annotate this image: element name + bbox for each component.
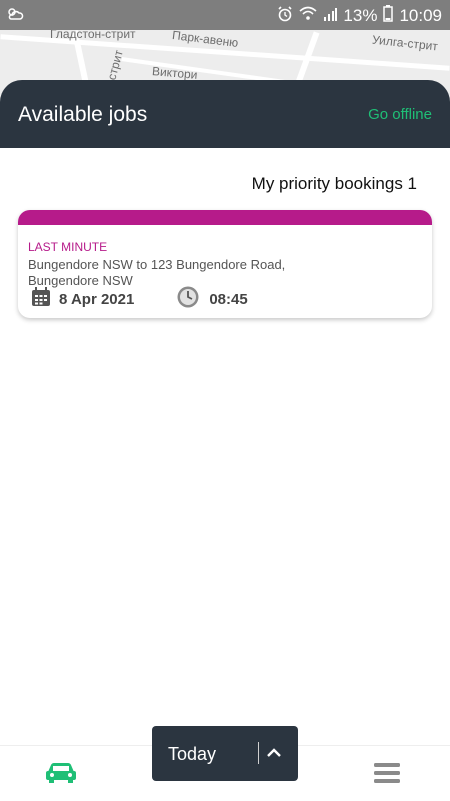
map-street-label: стрит [104,48,126,82]
job-time: 08:45 [209,291,248,308]
job-route: Bungendore NSW to 123 Bungendore Road, B… [28,257,286,288]
weather-icon [6,6,24,27]
wifi-icon [299,6,317,26]
battery-level: 13% [343,6,378,25]
jobs-header: Available jobs Go offline [0,80,450,148]
job-meta: 8 Apr 2021 08:45 [31,286,248,313]
calendar-icon [31,287,51,312]
today-filter-button[interactable]: Today [152,726,298,781]
car-icon[interactable] [45,760,77,789]
go-offline-button[interactable]: Go offline [368,106,432,123]
divider [258,742,259,764]
clock-icon [177,286,199,313]
chevron-up-icon[interactable] [266,746,282,764]
alarm-icon [277,5,293,27]
job-date: 8 Apr 2021 [59,291,135,308]
priority-bookings-label[interactable]: My priority bookings 1 [252,174,417,194]
job-card[interactable]: LAST MINUTE Bungendore NSW to 123 Bungen… [18,210,432,318]
map-street-label: Уилга-стрит [371,32,439,54]
signal-icon [323,6,338,26]
clock-time: 10:09 [399,6,442,25]
page-title: Available jobs [18,103,148,126]
menu-icon[interactable] [374,763,400,788]
status-bar: 13% 10:09 [0,0,450,30]
job-card-band [18,210,432,225]
battery-icon [383,5,394,27]
today-label: Today [168,744,217,764]
map-street-label: Гладстон-стрит [50,30,136,41]
job-tag: LAST MINUTE [28,240,108,254]
